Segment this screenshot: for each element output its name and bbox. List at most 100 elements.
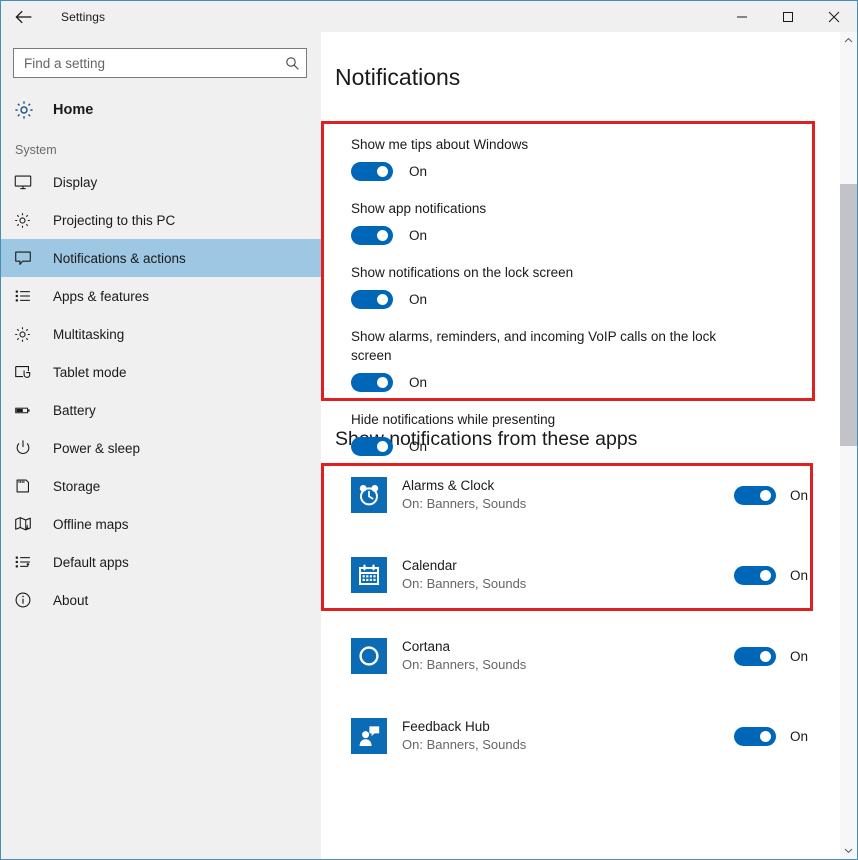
setting-label: Hide notifications while presenting [351, 410, 771, 429]
search-input[interactable] [14, 56, 278, 71]
toggle-knob [760, 731, 771, 742]
app-name: Alarms & Clock [402, 477, 734, 495]
toggle-knob [377, 230, 388, 241]
sidebar-item-home[interactable]: Home [1, 89, 321, 131]
battery-icon [13, 400, 43, 420]
sidebar-item-label: Notifications & actions [53, 251, 186, 266]
back-button[interactable] [1, 1, 47, 32]
scroll-track[interactable] [840, 49, 857, 842]
scroll-down-button[interactable] [840, 842, 857, 859]
setting-toggle-row: On [351, 290, 828, 309]
toggle-app-feedback-hub[interactable] [734, 727, 776, 746]
feedback-person-icon [351, 718, 387, 754]
sidebar-item-label: Offline maps [53, 517, 129, 532]
scroll-thumb[interactable] [840, 184, 857, 446]
app-toggle-wrap: On [734, 647, 808, 666]
notification-settings-list: Show me tips about Windows On Show app n… [335, 121, 828, 456]
vertical-scrollbar[interactable] [840, 32, 857, 859]
sidebar: Home System Display [1, 32, 321, 859]
sidebar-item-label: Default apps [53, 555, 129, 570]
app-name: Calendar [402, 557, 734, 575]
list-icon [13, 286, 43, 306]
sidebar-item-about[interactable]: About [1, 581, 321, 619]
notification-settings-group: Show me tips about Windows On Show app n… [335, 121, 828, 401]
app-name: Feedback Hub [402, 718, 734, 736]
toggle-state-label: On [409, 439, 427, 454]
close-icon [828, 11, 840, 23]
toggle-show-tips[interactable] [351, 162, 393, 181]
sidebar-item-projecting-to-this-pc[interactable]: Projecting to this PC [1, 201, 321, 239]
app-text: Feedback Hub On: Banners, Sounds [402, 718, 734, 754]
toggle-alarms-reminders-voip[interactable] [351, 373, 393, 392]
main-content: Notifications Show me tips about Windows… [321, 32, 857, 859]
setting-label: Show me tips about Windows [351, 135, 771, 154]
minimize-icon [736, 11, 748, 23]
toggle-app-cortana[interactable] [734, 647, 776, 666]
app-status: On: Banners, Sounds [402, 495, 734, 513]
storage-icon [13, 476, 43, 496]
toggle-app-alarms-clock[interactable] [734, 486, 776, 505]
maximize-button[interactable] [765, 1, 811, 32]
toggle-state-label: On [790, 729, 808, 744]
setting-label: Show notifications on the lock screen [351, 263, 771, 282]
toggle-knob [377, 166, 388, 177]
toggle-knob [760, 490, 771, 501]
sidebar-item-label: Battery [53, 403, 96, 418]
toggle-knob [760, 651, 771, 662]
app-row-feedback-hub[interactable]: Feedback Hub On: Banners, Sounds On [351, 708, 828, 764]
app-row-cortana[interactable]: Cortana On: Banners, Sounds On [351, 628, 828, 684]
apps-list-top: Alarms & Clock On: Banners, Sounds On [335, 467, 828, 603]
app-row-alarms-clock[interactable]: Alarms & Clock On: Banners, Sounds On [351, 467, 828, 523]
sidebar-item-offline-maps[interactable]: Offline maps [1, 505, 321, 543]
app-status: On: Banners, Sounds [402, 656, 734, 674]
sidebar-item-display[interactable]: Display [1, 163, 321, 201]
back-arrow-icon [14, 9, 34, 25]
sidebar-item-home-label: Home [53, 102, 93, 118]
app-toggle-wrap: On [734, 727, 808, 746]
gear-icon [13, 99, 43, 121]
cortana-ring-icon [351, 638, 387, 674]
sidebar-item-label: Tablet mode [53, 365, 127, 380]
setting-toggle-row: On [351, 373, 828, 392]
gear-icon [13, 211, 43, 230]
search-box[interactable] [13, 48, 307, 78]
sidebar-item-power-and-sleep[interactable]: Power & sleep [1, 429, 321, 467]
default-apps-icon [13, 552, 43, 572]
sidebar-item-label: Projecting to this PC [53, 213, 175, 228]
sidebar-item-storage[interactable]: Storage [1, 467, 321, 505]
sidebar-item-label: Display [53, 175, 97, 190]
toggle-state-label: On [409, 292, 427, 307]
app-row-calendar[interactable]: Calendar On: Banners, Sounds On [351, 547, 828, 603]
apps-list-highlighted: Alarms & Clock On: Banners, Sounds On [335, 467, 828, 603]
caption-buttons [719, 1, 857, 32]
setting-lock-screen-notifications: Show notifications on the lock screen On [351, 263, 828, 309]
app-text: Alarms & Clock On: Banners, Sounds [402, 477, 734, 513]
toggle-hide-while-presenting[interactable] [351, 437, 393, 456]
sidebar-item-notifications-and-actions[interactable]: Notifications & actions [1, 239, 321, 277]
monitor-icon [13, 172, 43, 192]
setting-hide-while-presenting: Hide notifications while presenting On [351, 410, 828, 456]
chevron-up-icon [844, 36, 853, 45]
toggle-state-label: On [409, 375, 427, 390]
sidebar-item-tablet-mode[interactable]: Tablet mode [1, 353, 321, 391]
settings-window: Settings [0, 0, 858, 860]
setting-label: Show app notifications [351, 199, 771, 218]
window-body: Home System Display [1, 32, 857, 859]
toggle-app-calendar[interactable] [734, 566, 776, 585]
app-status: On: Banners, Sounds [402, 736, 734, 754]
sidebar-item-battery[interactable]: Battery [1, 391, 321, 429]
sidebar-item-multitasking[interactable]: Multitasking [1, 315, 321, 353]
title-bar: Settings [1, 1, 857, 32]
sidebar-item-apps-and-features[interactable]: Apps & features [1, 277, 321, 315]
toggle-lock-screen-notifications[interactable] [351, 290, 393, 309]
minimize-button[interactable] [719, 1, 765, 32]
setting-toggle-row: On [351, 226, 828, 245]
scroll-up-button[interactable] [840, 32, 857, 49]
close-button[interactable] [811, 1, 857, 32]
app-toggle-wrap: On [734, 486, 808, 505]
toggle-state-label: On [790, 649, 808, 664]
toggle-show-app-notifications[interactable] [351, 226, 393, 245]
tablet-icon [13, 362, 43, 382]
sidebar-item-default-apps[interactable]: Default apps [1, 543, 321, 581]
setting-alarms-reminders-voip: Show alarms, reminders, and incoming VoI… [351, 327, 828, 392]
